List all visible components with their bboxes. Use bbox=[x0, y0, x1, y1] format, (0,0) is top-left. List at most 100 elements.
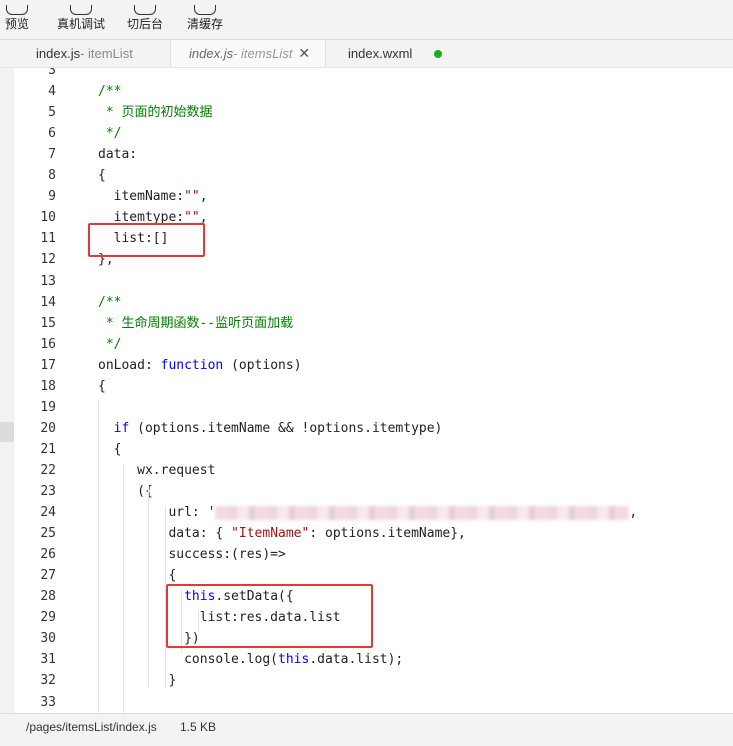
code-token: itemName: bbox=[98, 189, 184, 204]
code-line[interactable]: 24 url: ', bbox=[0, 502, 733, 523]
real-device-debug-button[interactable]: 真机调试 bbox=[54, 0, 108, 39]
code-line[interactable]: 14 /** bbox=[0, 292, 733, 313]
code-text: if (options.itemName && !options.itemtyp… bbox=[98, 418, 442, 439]
code-line[interactable]: 22 wx.request bbox=[0, 460, 733, 481]
line-number: 28 bbox=[14, 586, 56, 607]
code-token: wx.request bbox=[98, 463, 215, 478]
code-text: /** bbox=[98, 292, 121, 313]
code-line[interactable]: 3 bbox=[0, 68, 733, 81]
code-comment: */ bbox=[98, 126, 121, 141]
code-line[interactable]: 25 data: { "ItemName": options.itemName}… bbox=[0, 523, 733, 544]
code-text: itemName:"", bbox=[98, 186, 208, 207]
code-line[interactable]: 17onLoad: function (options) bbox=[0, 355, 733, 376]
code-text: wx.request bbox=[98, 460, 215, 481]
line-number: 23 bbox=[14, 481, 56, 502]
code-token: , bbox=[629, 505, 637, 520]
code-line[interactable]: 6 */ bbox=[0, 123, 733, 144]
code-text: */ bbox=[98, 123, 121, 144]
line-number: 4 bbox=[14, 81, 56, 102]
code-comment: /** bbox=[98, 84, 121, 99]
code-line[interactable]: 4 /** bbox=[0, 81, 733, 102]
code-line[interactable]: 16 */ bbox=[0, 334, 733, 355]
layers-icon bbox=[194, 5, 216, 15]
tab-filename: index.js bbox=[189, 46, 233, 61]
code-line[interactable]: 13 bbox=[0, 271, 733, 292]
switch-background-button[interactable]: 切后台 bbox=[124, 0, 166, 39]
line-number: 25 bbox=[14, 523, 56, 544]
code-line[interactable]: 5 * 页面的初始数据 bbox=[0, 102, 733, 123]
real-device-debug-label: 真机调试 bbox=[57, 17, 105, 31]
line-number: 18 bbox=[14, 376, 56, 397]
code-token: (options) bbox=[223, 358, 301, 373]
close-icon[interactable]: ✕ bbox=[298, 45, 310, 62]
indent-guide bbox=[123, 464, 124, 713]
tab-filename: index.js bbox=[36, 46, 80, 61]
tab-folder: - itemList bbox=[80, 46, 133, 61]
line-number: 29 bbox=[14, 607, 56, 628]
file-path: /pages/itemsList/index.js bbox=[26, 720, 157, 734]
code-line[interactable]: 8{ bbox=[0, 165, 733, 186]
code-line[interactable]: 33 bbox=[0, 692, 733, 713]
code-text: ({ bbox=[98, 481, 153, 502]
tab-index-js-itemlist[interactable]: index.js - itemList bbox=[18, 40, 168, 67]
line-number: 31 bbox=[14, 649, 56, 670]
code-token: url: ' bbox=[98, 505, 215, 520]
line-number: 12 bbox=[14, 249, 56, 270]
preview-label: 预览 bbox=[5, 17, 29, 31]
code-line[interactable]: 21 { bbox=[0, 439, 733, 460]
code-keyword: this bbox=[278, 652, 309, 667]
code-text: */ bbox=[98, 334, 121, 355]
code-comment: */ bbox=[98, 337, 121, 352]
highlight-box-list-declaration bbox=[88, 223, 205, 257]
code-line[interactable]: 9 itemName:"", bbox=[0, 186, 733, 207]
line-number: 27 bbox=[14, 565, 56, 586]
line-number: 11 bbox=[14, 228, 56, 249]
line-number: 26 bbox=[14, 544, 56, 565]
line-number: 15 bbox=[14, 313, 56, 334]
code-editor[interactable]: 34/**5 * 页面的初始数据6 */7data:8{9 itemName:"… bbox=[0, 68, 733, 713]
code-text: * 生命周期函数--监听页面加载 bbox=[98, 313, 293, 334]
line-number: 7 bbox=[14, 144, 56, 165]
code-line[interactable]: 18 { bbox=[0, 376, 733, 397]
clear-cache-label: 清缓存 bbox=[187, 17, 223, 31]
code-text: data: bbox=[98, 144, 137, 165]
code-token: (options.itemName && !options.itemtype) bbox=[129, 421, 442, 436]
code-text: * 页面的初始数据 bbox=[98, 102, 212, 123]
tab-filename: index.wxml bbox=[348, 46, 412, 61]
line-number: 6 bbox=[14, 123, 56, 144]
code-line[interactable]: 15 * 生命周期函数--监听页面加载 bbox=[0, 313, 733, 334]
line-number: 32 bbox=[14, 670, 56, 691]
clear-cache-button[interactable]: 清缓存 bbox=[184, 0, 226, 39]
line-number: 16 bbox=[14, 334, 56, 355]
code-line[interactable]: 23 ({ bbox=[0, 481, 733, 502]
code-token: , bbox=[200, 189, 208, 204]
code-token: { bbox=[98, 168, 106, 183]
code-line[interactable]: 26 success:(res)=> bbox=[0, 544, 733, 565]
line-number: 14 bbox=[14, 292, 56, 313]
code-text: /** bbox=[98, 81, 121, 102]
code-line[interactable]: 7 data: bbox=[0, 144, 733, 165]
code-token: { bbox=[98, 379, 106, 394]
code-line[interactable]: 32 } bbox=[0, 670, 733, 691]
line-number: 5 bbox=[14, 102, 56, 123]
top-toolbar: 预览 真机调试 切后台 清缓存 bbox=[0, 0, 733, 40]
indent-guide bbox=[98, 400, 99, 713]
code-comment: * 生命周期函数--监听页面加载 bbox=[98, 316, 293, 331]
code-text: { bbox=[98, 165, 106, 186]
code-text: { bbox=[98, 376, 106, 397]
code-line[interactable]: 31 console.log(this.data.list); bbox=[0, 649, 733, 670]
code-token: { bbox=[98, 442, 121, 457]
phone-debug-icon bbox=[70, 5, 92, 15]
preview-button[interactable]: 预览 bbox=[2, 0, 32, 39]
code-line[interactable]: 20 if (options.itemName && !options.item… bbox=[0, 418, 733, 439]
code-keyword: if bbox=[114, 421, 130, 436]
code-token: : options.itemName}, bbox=[309, 526, 466, 541]
line-number: 30 bbox=[14, 628, 56, 649]
tab-index-wxml[interactable]: index.wxml bbox=[328, 40, 478, 67]
switch-background-label: 切后台 bbox=[127, 17, 163, 31]
code-text: data: { "ItemName": options.itemName}, bbox=[98, 523, 466, 544]
code-line[interactable]: 19 bbox=[0, 397, 733, 418]
code-text: console.log(this.data.list); bbox=[98, 649, 403, 670]
line-number: 21 bbox=[14, 439, 56, 460]
tab-index-js-itemslist[interactable]: index.js - itemsList✕ bbox=[170, 40, 326, 67]
